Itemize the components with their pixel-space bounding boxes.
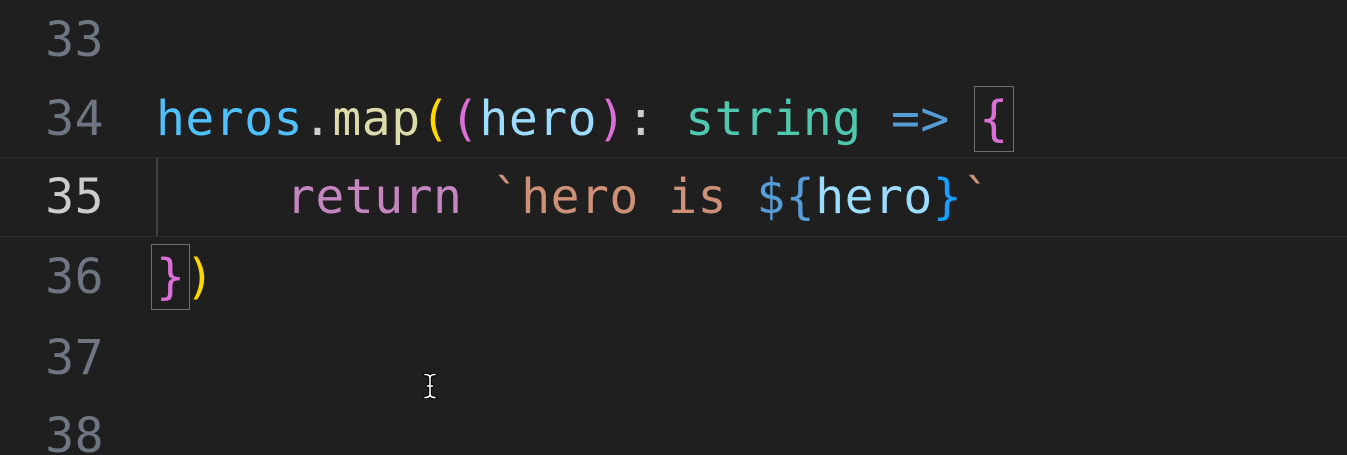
token-keyword: return [286, 169, 463, 225]
token-bracket: ( [420, 91, 451, 147]
code-line-37[interactable]: 37 [0, 318, 1347, 398]
token-function: map [332, 91, 421, 147]
token-type: string [685, 91, 862, 147]
code-line-33[interactable]: 33 [0, 0, 1347, 80]
token-arrow: => [891, 91, 950, 147]
token-string: `hero is [491, 169, 757, 225]
token-variable: hero [815, 169, 933, 225]
token-interpolation: ${ [756, 169, 816, 225]
token-punctuation: : [626, 91, 656, 147]
code-line-34[interactable]: 34 heros.map((hero): string => { [0, 79, 1347, 159]
code-line-35[interactable]: 35 return `hero is ${hero}` [0, 157, 1347, 237]
token-punctuation: . [303, 91, 333, 147]
token-string-end: ` [962, 169, 992, 225]
code-editor[interactable]: 33 34 heros.map((hero): string => { 35 r… [0, 0, 1347, 455]
token-parameter: hero [479, 91, 598, 147]
code-line-38[interactable]: 38 [0, 396, 1347, 455]
token-bracket: ( [450, 91, 480, 147]
line-number: 33 [45, 12, 104, 68]
code-content[interactable]: heros.map((hero): string => { [156, 86, 1014, 152]
code-line-36[interactable]: 36 }) [0, 237, 1347, 317]
token-bracket: ) [185, 249, 215, 305]
line-number: 36 [45, 249, 104, 305]
line-number: 37 [45, 330, 104, 386]
line-number: 38 [45, 408, 104, 455]
line-number: 34 [45, 91, 104, 147]
token-variable: heros [156, 91, 303, 147]
token-bracket: ) [597, 91, 627, 147]
token-interpolation-close: } [932, 169, 963, 225]
indent-guide [156, 158, 158, 236]
matched-bracket-close: } [150, 244, 191, 310]
code-content[interactable]: }) [150, 244, 215, 310]
code-content[interactable]: return `hero is ${hero}` [156, 173, 992, 221]
matched-bracket-open: { [974, 86, 1014, 152]
text-cursor-ibeam-icon [423, 373, 437, 399]
line-number-active: 35 [45, 169, 104, 225]
